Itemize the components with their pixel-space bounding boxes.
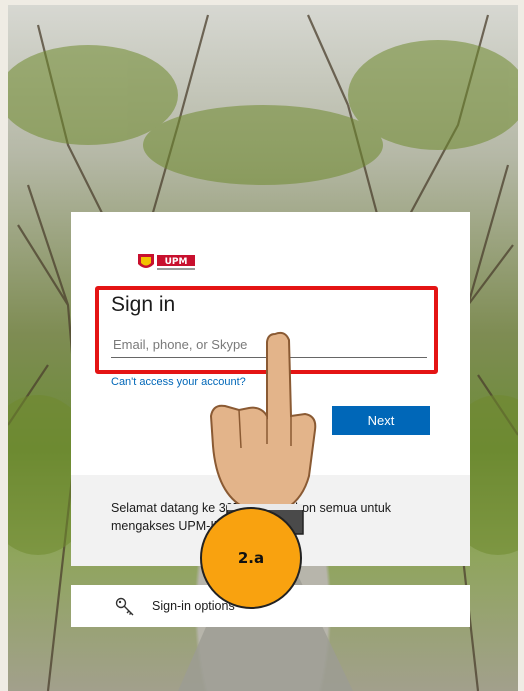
upm-logo: UPM [137, 252, 197, 274]
next-button[interactable]: Next [332, 406, 430, 435]
key-icon [115, 597, 135, 617]
pointing-hand-icon [205, 326, 325, 536]
svg-text:UPM: UPM [165, 257, 188, 267]
sign-in-options-label: Sign-in options [152, 599, 235, 613]
step-badge: 2.a [200, 507, 302, 609]
